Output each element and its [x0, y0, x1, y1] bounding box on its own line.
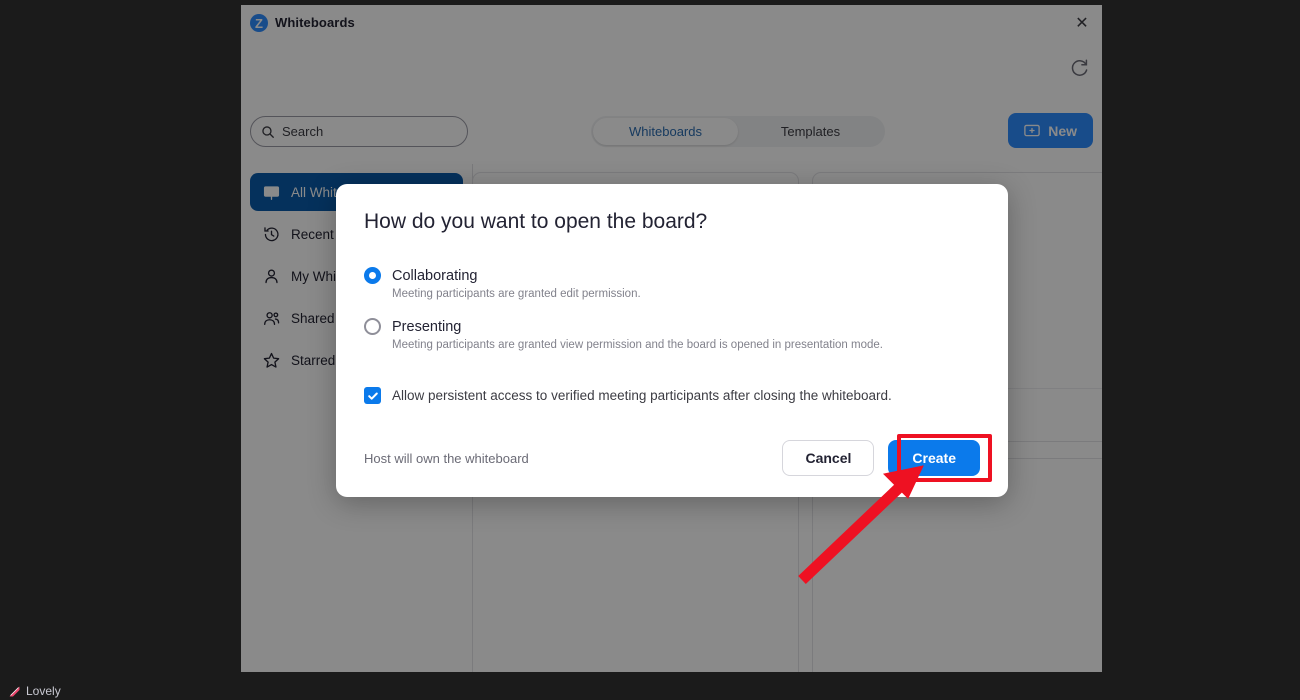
dialog-actions: Cancel Create: [782, 440, 980, 476]
watermark-text: Lovely: [26, 684, 61, 698]
dialog-title: How do you want to open the board?: [364, 210, 708, 233]
persistent-access-checkbox-row[interactable]: Allow persistent access to verified meet…: [364, 387, 892, 404]
radio-description: Meeting participants are granted edit pe…: [392, 288, 641, 300]
open-board-dialog: How do you want to open the board? Colla…: [336, 184, 1008, 497]
checkbox-label: Allow persistent access to verified meet…: [392, 388, 892, 403]
checkbox-checked-icon[interactable]: [364, 387, 381, 404]
radio-option-collaborating[interactable]: Collaborating Meeting participants are g…: [364, 267, 980, 300]
radio-label: Presenting: [392, 318, 462, 335]
radio-collaborating-icon[interactable]: [364, 267, 381, 284]
radio-presenting-icon[interactable]: [364, 318, 381, 335]
dialog-footer: Host will own the whiteboard Cancel Crea…: [364, 440, 980, 476]
screen: Z Whiteboards ✕ Search Whiteboards Templ…: [0, 0, 1300, 700]
radio-description: Meeting participants are granted view pe…: [392, 339, 883, 351]
radio-label: Collaborating: [392, 267, 478, 284]
watermark-icon: [9, 686, 20, 696]
watermark: Lovely: [8, 684, 61, 698]
create-button[interactable]: Create: [888, 440, 980, 476]
radio-option-presenting[interactable]: Presenting Meeting participants are gran…: [364, 318, 980, 351]
cancel-button[interactable]: Cancel: [782, 440, 875, 476]
footer-note: Host will own the whiteboard: [364, 450, 529, 466]
